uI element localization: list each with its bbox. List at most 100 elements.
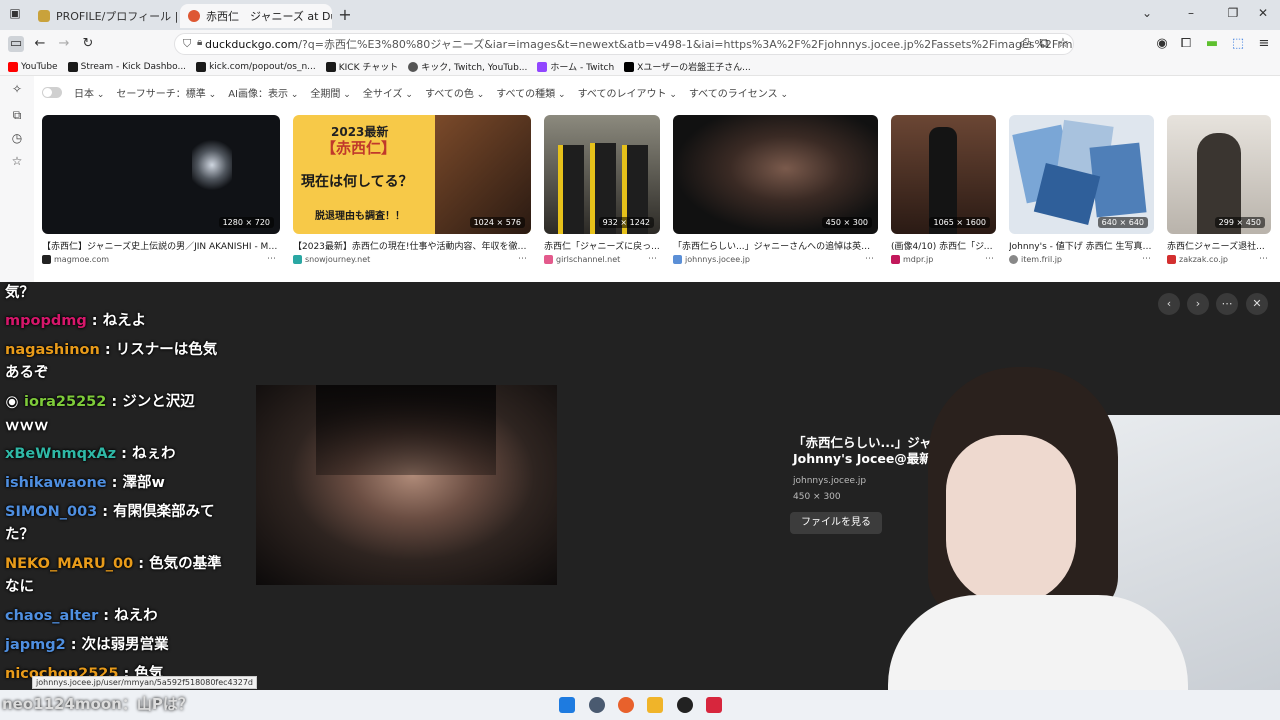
bookmark-x[interactable]: Xユーザーの岩盤王子さん... bbox=[624, 60, 751, 73]
filter-ai-images[interactable]: AI画像：表示 bbox=[228, 85, 298, 100]
bookmark-youtube[interactable]: YouTube bbox=[8, 61, 58, 72]
result-title[interactable]: 「赤西仁らしい...」ジャニーさんへの追悼は英語... bbox=[673, 239, 878, 252]
result-title[interactable]: 赤西仁ジャニーズ退社... bbox=[1167, 239, 1271, 252]
image-result[interactable]: 299 × 450 赤西仁ジャニーズ退社... zakzak.co.jp ⋯ bbox=[1167, 115, 1271, 267]
sparkle-ai-icon[interactable]: ✧ bbox=[9, 82, 25, 98]
stream-chat-overlay: 気？ mpopdmg : ねえよ nagashinon : リスナーは色気 ある… bbox=[0, 258, 236, 688]
address-bar[interactable]: ⛉ 🔒︎ duckduckgo.com/?q=赤西仁%E3%80%80ジャニーズ… bbox=[174, 33, 1074, 55]
filter-size[interactable]: 全サイズ bbox=[363, 85, 413, 100]
filter-layout[interactable]: すべてのレイアウト bbox=[578, 85, 677, 100]
more-options-icon[interactable]: ⋯ bbox=[985, 254, 994, 264]
result-source[interactable]: girlschannel.net bbox=[544, 255, 620, 264]
bookmark-kick-chat[interactable]: KICK チャット bbox=[325, 60, 398, 73]
account-icon[interactable]: ◉ bbox=[1154, 36, 1170, 52]
chevron-down-icon[interactable]: ⌄ bbox=[1136, 6, 1158, 24]
result-thumbnail[interactable]: 450 × 300 bbox=[673, 115, 878, 234]
minimize-icon[interactable]: – bbox=[1180, 6, 1202, 24]
close-icon[interactable]: ✕ bbox=[1246, 293, 1268, 315]
more-options-icon[interactable]: ⋯ bbox=[518, 254, 527, 264]
result-title[interactable]: Johnny's - 値下げ 赤西仁 生写真 公... bbox=[1009, 239, 1154, 252]
image-result[interactable]: 2023最新 【赤西仁】 現在は何してる？ 脱退理由も調査！！ 1024 × 5… bbox=[293, 115, 531, 267]
more-options-icon[interactable]: ⋯ bbox=[1142, 254, 1151, 264]
result-source[interactable]: item.fril.jp bbox=[1009, 255, 1062, 264]
result-title[interactable]: 【赤西仁】ジャニーズ史上伝説の男／JIN AKANISHI - MA... bbox=[42, 239, 280, 252]
obs-icon[interactable] bbox=[677, 697, 693, 713]
filter-region[interactable]: 日本 bbox=[74, 85, 104, 100]
safe-search-toggle[interactable] bbox=[42, 86, 62, 98]
sidebar-toggle-icon[interactable]: ▭ bbox=[8, 36, 24, 52]
lock-icon[interactable]: 🔒︎ bbox=[197, 37, 202, 48]
chat-message: mpopdmg : ねえよ bbox=[5, 313, 147, 329]
tab-overview-icon[interactable]: ▣ bbox=[4, 6, 26, 24]
reload-icon[interactable]: ↻ bbox=[80, 36, 96, 52]
close-icon[interactable]: ✕ bbox=[1252, 6, 1274, 24]
tab-stack-icon[interactable]: ⧉ bbox=[9, 108, 25, 124]
bookmarks-star-icon[interactable]: ☆ bbox=[9, 154, 25, 170]
filter-license[interactable]: すべてのライセンス bbox=[689, 85, 788, 100]
result-source[interactable]: zakzak.co.jp bbox=[1167, 255, 1228, 264]
result-title[interactable]: 【2023最新】赤西仁の現在!仕事や活動内容、年収を徹底... bbox=[293, 239, 531, 252]
bookmark-label: キック, Twitch, YouTub... bbox=[421, 63, 528, 73]
file-explorer-icon[interactable] bbox=[647, 697, 663, 713]
twitch-icon bbox=[537, 61, 548, 72]
source-domain: johnnys.jocee.jp bbox=[685, 255, 750, 264]
image-result[interactable]: 1280 × 720 【赤西仁】ジャニーズ史上伝説の男／JIN AKANISHI… bbox=[42, 115, 280, 267]
selected-image[interactable] bbox=[256, 385, 557, 585]
firefox-icon[interactable] bbox=[618, 697, 634, 713]
chat-message-cont: た？ bbox=[5, 524, 34, 547]
result-title[interactable]: 赤西仁「ジャニーズに戻っ... bbox=[544, 239, 660, 252]
bookmark-kick-dashboard[interactable]: Stream - Kick Dashbo... bbox=[67, 61, 186, 72]
bookmark-star-icon[interactable]: ☆ bbox=[1055, 36, 1071, 52]
image-result[interactable]: 932 × 1242 赤西仁「ジャニーズに戻っ... girlschannel.… bbox=[544, 115, 660, 267]
extensions-icon[interactable]: ⧠ bbox=[1178, 36, 1194, 52]
chat-message-cont: なに bbox=[5, 576, 34, 599]
menu-icon[interactable]: ≡ bbox=[1256, 36, 1272, 52]
plus-icon[interactable]: + bbox=[336, 6, 354, 24]
result-thumbnail[interactable]: 2023最新 【赤西仁】 現在は何してる？ 脱退理由も調査！！ 1024 × 5… bbox=[293, 115, 531, 234]
translate-icon[interactable]: ⧉ bbox=[1036, 36, 1052, 52]
view-file-button[interactable]: ファイルを見る bbox=[790, 512, 882, 534]
image-result[interactable]: 1065 × 1600 (画像4/10) 赤西仁「ジャ... mdpr.jp ⋯ bbox=[891, 115, 996, 267]
result-title[interactable]: (画像4/10) 赤西仁「ジャ... bbox=[891, 239, 996, 252]
result-thumbnail[interactable]: 640 × 640 bbox=[1009, 115, 1154, 234]
shield-icon[interactable]: ⛉ bbox=[183, 37, 191, 51]
tab-profile[interactable]: PROFILE/プロフィール | 嵐 | Storm ✕ bbox=[30, 4, 178, 28]
result-source[interactable]: johnnys.jocee.jp bbox=[673, 255, 750, 264]
result-source[interactable]: snowjourney.net bbox=[293, 255, 370, 264]
forward-arrow-icon[interactable]: → bbox=[56, 36, 72, 52]
more-options-icon[interactable]: ⋯ bbox=[648, 254, 657, 264]
windows-start-icon[interactable] bbox=[559, 697, 575, 713]
result-source[interactable]: mdpr.jp bbox=[891, 255, 933, 264]
more-options-icon[interactable]: ⋯ bbox=[1216, 293, 1238, 315]
tab-duckduckgo[interactable]: 赤西仁 ジャニーズ at DuckDuckGo ✕ bbox=[180, 4, 332, 28]
filter-color[interactable]: すべての色 bbox=[425, 85, 484, 100]
next-chevron-icon[interactable]: › bbox=[1187, 293, 1209, 315]
more-options-icon[interactable]: ⋯ bbox=[865, 254, 874, 264]
extension-puzzle-icon[interactable]: ⬚ bbox=[1230, 36, 1246, 52]
bookmark-twitch[interactable]: ホーム - Twitch bbox=[537, 60, 614, 73]
image-result[interactable]: 450 × 300 「赤西仁らしい...」ジャニーさんへの追悼は英語... jo… bbox=[673, 115, 878, 267]
filter-safesearch[interactable]: セーフサーチ：標準 bbox=[116, 85, 216, 100]
settings-gear-icon[interactable] bbox=[589, 697, 605, 713]
app-icon[interactable] bbox=[706, 697, 722, 713]
image-result[interactable]: 640 × 640 Johnny's - 値下げ 赤西仁 生写真 公... it… bbox=[1009, 115, 1154, 267]
bookmark-kick-popout[interactable]: kick.com/popout/os_n... bbox=[196, 61, 316, 72]
previous-chevron-icon[interactable]: ‹ bbox=[1158, 293, 1180, 315]
restore-icon[interactable]: ❐ bbox=[1222, 6, 1244, 24]
result-thumbnail[interactable]: 1280 × 720 bbox=[42, 115, 280, 234]
chat-message-cont: あるぞ bbox=[5, 362, 49, 385]
result-thumbnail[interactable]: 932 × 1242 bbox=[544, 115, 660, 234]
result-thumbnail[interactable]: 299 × 450 bbox=[1167, 115, 1271, 234]
history-clock-icon[interactable]: ◷ bbox=[9, 131, 25, 147]
result-thumbnail[interactable]: 1065 × 1600 bbox=[891, 115, 996, 234]
filter-type[interactable]: すべての種類 bbox=[496, 85, 565, 100]
reader-view-icon[interactable]: ⎙ bbox=[1018, 36, 1034, 52]
filter-time[interactable]: 全期間 bbox=[310, 85, 350, 100]
bookmark-multichat[interactable]: キック, Twitch, YouTub... bbox=[408, 60, 527, 73]
back-arrow-icon[interactable]: ← bbox=[32, 36, 48, 52]
more-options-icon[interactable]: ⋯ bbox=[267, 254, 276, 264]
extension-battery-icon[interactable]: ▬ bbox=[1204, 36, 1220, 52]
more-options-icon[interactable]: ⋯ bbox=[1259, 254, 1268, 264]
detail-domain[interactable]: johnnys.jocee.jp bbox=[793, 476, 866, 486]
kick-icon bbox=[196, 61, 207, 72]
